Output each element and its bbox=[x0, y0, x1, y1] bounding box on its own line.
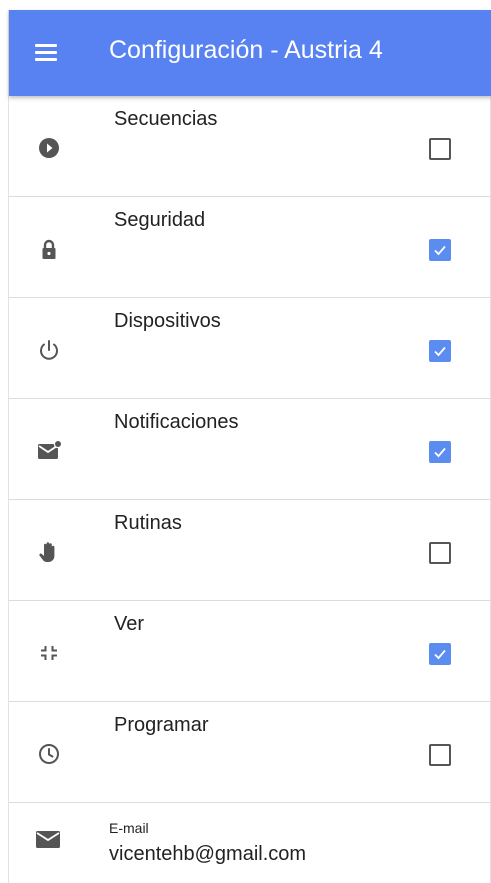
setting-row-seguridad[interactable]: Seguridad bbox=[9, 197, 491, 298]
menu-icon[interactable] bbox=[35, 40, 57, 66]
setting-label: Ver bbox=[114, 613, 145, 635]
app-frame: Configuración - Austria 4 Secuencias Seg… bbox=[8, 10, 491, 883]
checkmark-icon bbox=[434, 245, 446, 256]
setting-label: Secuencias bbox=[114, 108, 218, 130]
email-value[interactable]: vicentehb@gmail.com bbox=[109, 843, 306, 866]
setting-row-ver[interactable]: Ver bbox=[9, 601, 491, 702]
fullscreen-exit-icon bbox=[35, 639, 63, 667]
setting-row-dispositivos[interactable]: Dispositivos bbox=[9, 298, 491, 399]
setting-label: Seguridad bbox=[114, 209, 206, 231]
email-label: E-mail bbox=[109, 820, 149, 836]
setting-checkbox[interactable] bbox=[429, 542, 451, 564]
lock-icon bbox=[35, 235, 63, 263]
checkmark-icon bbox=[434, 649, 446, 660]
play-circle-icon bbox=[35, 134, 63, 162]
checkmark-icon bbox=[434, 447, 446, 458]
power-icon bbox=[35, 336, 63, 364]
setting-checkbox-checked[interactable] bbox=[429, 441, 451, 463]
clock-icon bbox=[35, 740, 63, 768]
hand-icon bbox=[35, 538, 63, 566]
setting-checkbox-checked[interactable] bbox=[429, 340, 451, 362]
setting-label: Rutinas bbox=[114, 512, 182, 534]
mail-icon bbox=[33, 825, 63, 853]
setting-row-rutinas[interactable]: Rutinas bbox=[9, 500, 491, 601]
checkmark-icon bbox=[434, 346, 446, 357]
app-bar: Configuración - Austria 4 bbox=[9, 10, 491, 96]
page-title: Configuración - Austria 4 bbox=[109, 36, 383, 64]
setting-label: Dispositivos bbox=[114, 310, 221, 332]
setting-row-notificaciones[interactable]: Notificaciones bbox=[9, 399, 491, 500]
setting-label: Programar bbox=[114, 714, 209, 736]
mail-notification-icon bbox=[35, 437, 63, 465]
settings-list: Secuencias Seguridad Dispositivos Notifi… bbox=[9, 96, 491, 883]
setting-row-programar[interactable]: Programar bbox=[9, 702, 491, 803]
email-row[interactable]: E-mail vicentehb@gmail.com bbox=[9, 803, 491, 883]
setting-checkbox-checked[interactable] bbox=[429, 643, 451, 665]
setting-label: Notificaciones bbox=[114, 411, 239, 433]
setting-row-secuencias[interactable]: Secuencias bbox=[9, 96, 491, 197]
setting-checkbox-checked[interactable] bbox=[429, 239, 451, 261]
setting-checkbox[interactable] bbox=[429, 744, 451, 766]
setting-checkbox[interactable] bbox=[429, 138, 451, 160]
